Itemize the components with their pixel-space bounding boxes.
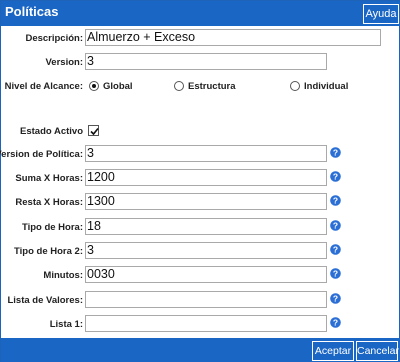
accept-button[interactable]: Aceptar [312,341,354,361]
radio-estructura[interactable] [174,81,184,91]
descripcion-input[interactable]: Almuerzo + Exceso [85,29,381,46]
radio-individual-label: Individual [304,81,349,92]
radio-individual[interactable] [290,81,300,91]
help-info-icon[interactable]: ? [330,147,341,158]
svg-text:?: ? [333,148,338,158]
svg-text:?: ? [333,294,338,304]
radio-global[interactable] [89,81,99,91]
lista-valores-label: Lista de Valores: [7,295,83,306]
dialog-title: Políticas [5,4,59,19]
help-info-icon[interactable]: ? [330,171,341,182]
svg-text:?: ? [333,245,338,255]
radio-global-label: Global [103,81,133,92]
tipo-hora-2-input[interactable]: 3 [85,242,327,259]
version-input[interactable]: 3 [85,53,327,70]
lista-1-input[interactable] [85,315,327,332]
estado-activo-label: Estado Activo [20,126,83,137]
help-info-icon[interactable]: ? [330,220,341,231]
version-politica-input[interactable]: 3 [85,145,327,162]
lista-valores-input[interactable] [85,291,327,308]
minutos-label: Minutos: [43,270,83,281]
cancel-button[interactable]: Cancelar [356,341,399,361]
version-politica-label: Version de Política: [0,149,83,160]
suma-x-horas-input[interactable]: 1200 [85,169,327,186]
resta-x-horas-input[interactable]: 1300 [85,193,327,210]
suma-x-horas-label: Suma X Horas: [15,173,83,184]
help-info-icon[interactable]: ? [330,268,341,279]
version-label: Version: [45,57,84,68]
svg-text:?: ? [333,196,338,206]
tipo-hora-input[interactable]: 18 [85,218,327,235]
lista-1-label: Lista 1: [49,319,83,330]
estado-activo-checkbox[interactable] [88,125,99,136]
resta-x-horas-label: Resta X Horas: [15,197,83,208]
help-info-icon[interactable]: ? [330,195,341,206]
checkmark-icon [90,127,99,136]
politicas-dialog: Políticas Ayuda Descripción: Almuerzo + … [0,0,400,362]
svg-text:?: ? [333,318,338,328]
title-bar: Políticas Ayuda [1,1,400,26]
help-info-icon[interactable]: ? [330,293,341,304]
nivel-alcance-label: Nivel de Alcance: [4,81,83,92]
tipo-hora-label: Tipo de Hora: [21,222,83,233]
svg-text:?: ? [333,221,338,231]
svg-text:?: ? [333,172,338,182]
help-button[interactable]: Ayuda [363,4,399,24]
help-info-icon[interactable]: ? [330,317,341,328]
minutos-input[interactable]: 0030 [85,266,327,283]
svg-text:?: ? [333,269,338,279]
help-info-icon[interactable]: ? [330,244,341,255]
radio-estructura-label: Estructura [188,81,236,92]
descripcion-label: Descripción: [25,33,83,44]
dialog-footer: Aceptar Cancelar [1,338,400,362]
tipo-hora-2-label: Tipo de Hora 2: [14,246,83,257]
